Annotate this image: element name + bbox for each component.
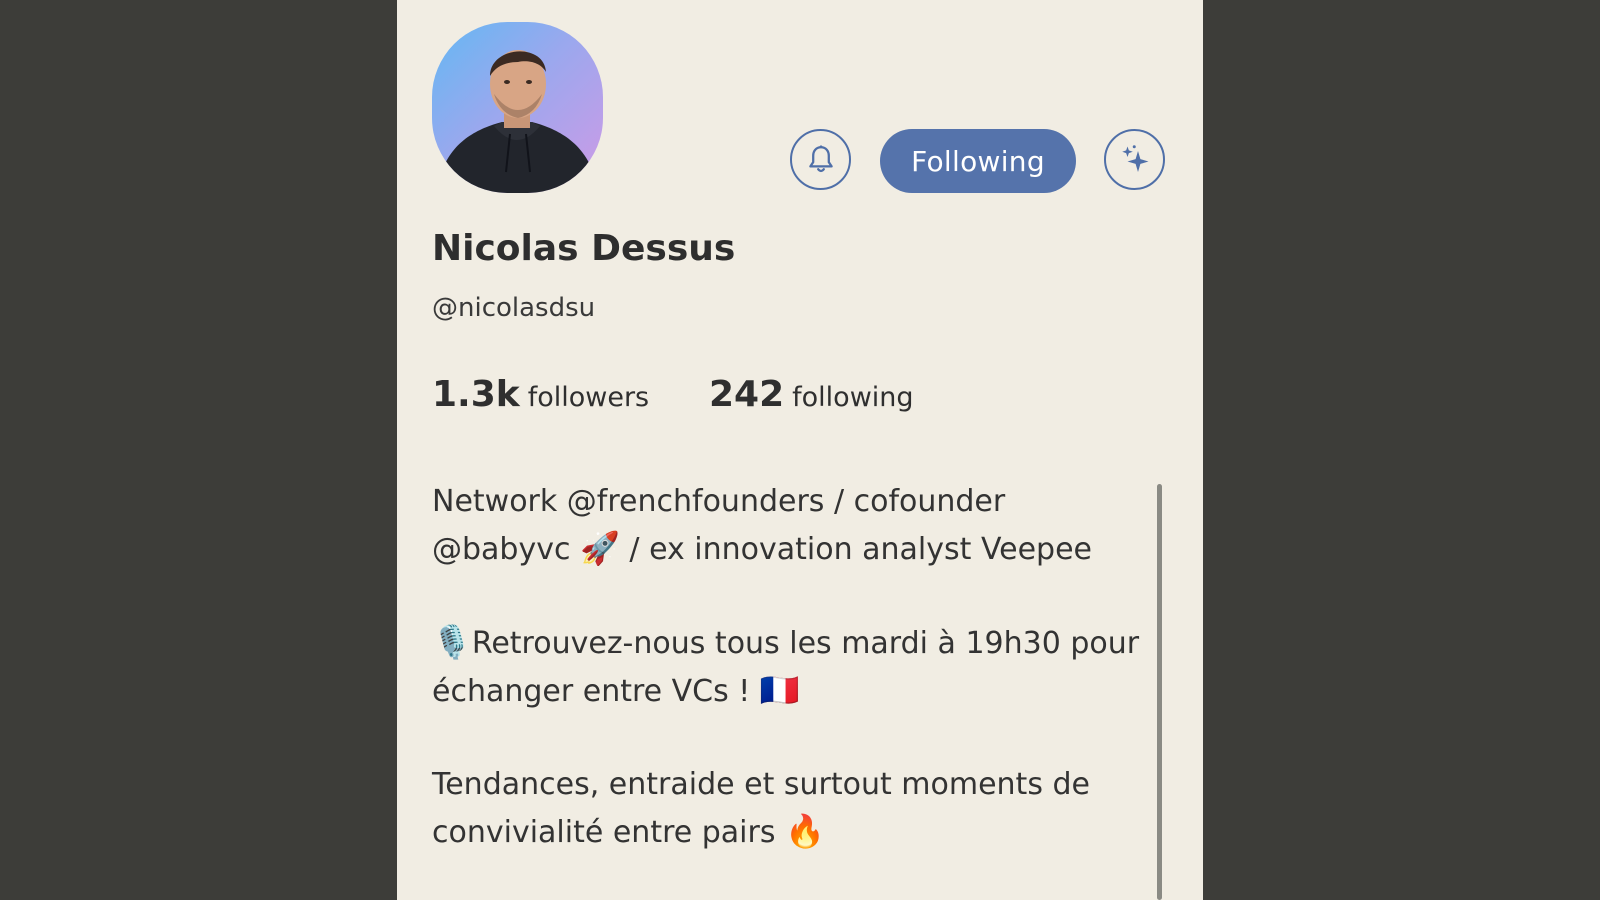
sparkles-button[interactable] <box>1104 129 1165 190</box>
avatar[interactable] <box>432 22 603 193</box>
bio-paragraph: Tendances, entraide et surtout moments d… <box>432 761 1177 856</box>
bell-icon <box>808 144 833 172</box>
profile-name: Nicolas Dessus <box>432 228 736 269</box>
bio-line: Tendances, entraide et surtout moments d… <box>432 767 1090 802</box>
following-label: following <box>792 382 914 413</box>
following-button[interactable]: Following <box>880 129 1076 193</box>
profile-handle[interactable]: @nicolasdsu <box>432 293 595 323</box>
scrollbar[interactable] <box>1157 484 1162 900</box>
avatar-photo <box>437 50 598 193</box>
followers-count: 1.3k <box>432 374 520 415</box>
notification-button[interactable] <box>790 129 851 190</box>
profile-panel: Following Nicolas Dessus @nicolasdsu 1.3… <box>397 0 1203 900</box>
fire-icon: 🔥 <box>785 812 825 850</box>
rocket-icon: 🚀 <box>580 529 620 567</box>
bio-paragraph: Network @frenchfounders / cofounder @bab… <box>432 478 1177 573</box>
bio-line: échanger entre VCs ! <box>432 674 751 709</box>
following-stat[interactable]: 242 following <box>709 374 914 415</box>
french-flag-icon: 🇫🇷 <box>759 671 800 709</box>
bio-paragraph: 🎙️Retrouvez-nous tous les mardi à 19h30 … <box>432 619 1177 715</box>
bio-line: convivialité entre pairs <box>432 815 776 850</box>
bio-line: Network @frenchfounders / cofounder <box>432 484 1006 519</box>
bio-line: / ex innovation analyst Veepee <box>629 532 1093 567</box>
sparkles-icon <box>1121 144 1148 172</box>
bio-line: Retrouvez-nous tous les mardi à 19h30 po… <box>471 626 1140 661</box>
microphone-icon: 🎙️ <box>432 623 472 661</box>
following-count: 242 <box>709 374 785 415</box>
followers-stat[interactable]: 1.3k followers <box>432 374 649 415</box>
bio-mention[interactable]: @babyvc <box>432 532 570 567</box>
followers-label: followers <box>527 382 650 413</box>
profile-bio: Network @frenchfounders / cofounder @bab… <box>432 478 1177 900</box>
